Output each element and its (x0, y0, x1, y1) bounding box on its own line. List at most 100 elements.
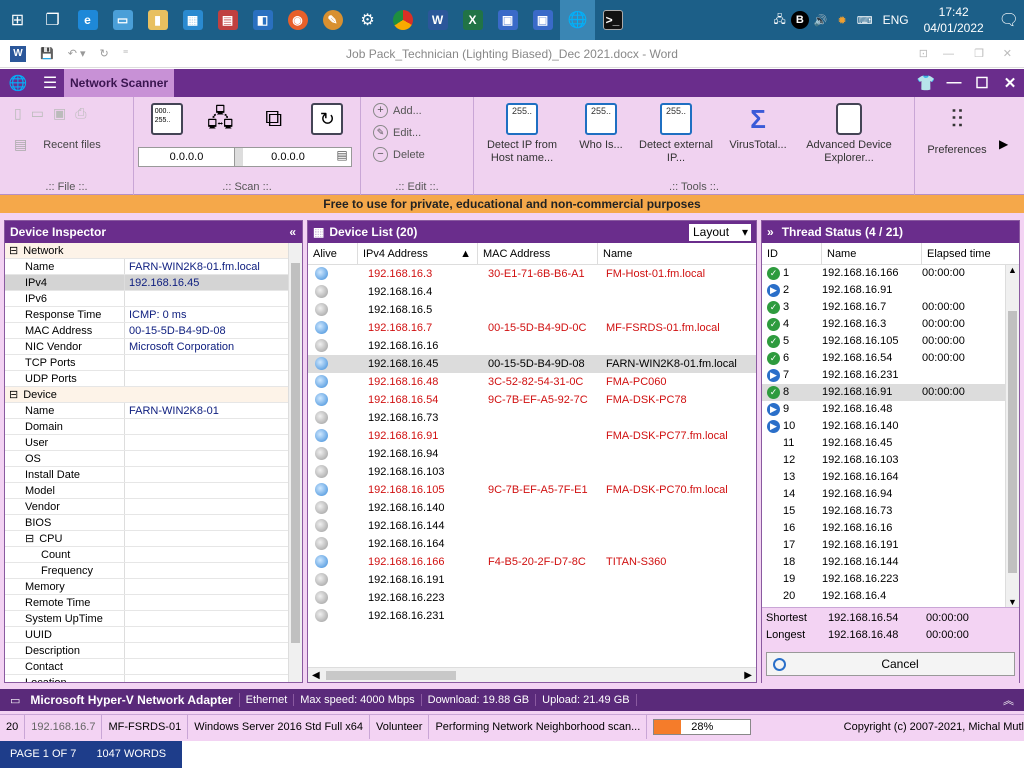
inspector-row[interactable]: IPv6 (5, 291, 288, 307)
app-tab[interactable]: Network Scanner (64, 69, 175, 97)
thread-row[interactable]: 15 192.168.16.73 (762, 503, 1005, 520)
whois-button[interactable]: 255.. Who Is... (570, 103, 632, 165)
add-button[interactable]: + Add... (373, 103, 473, 118)
thread-scroll-down-icon[interactable]: ▼ (1006, 597, 1019, 607)
taskbar-paint[interactable]: ✎ (315, 0, 350, 40)
cancel-button[interactable]: Cancel (766, 652, 1015, 676)
col-mac[interactable]: MAC Address (478, 242, 598, 265)
detect-external-ip-button[interactable]: 255.. Detect external IP... (636, 103, 716, 165)
network-scan-icon[interactable]: 🖧 (204, 103, 236, 135)
taskbar-firefox[interactable]: ◉ (280, 0, 315, 40)
preferences-button[interactable]: ⫶⫶ Preferences (915, 97, 999, 194)
inspector-row[interactable]: BIOS (5, 515, 288, 531)
thread-row[interactable]: 18 192.168.16.144 (762, 554, 1005, 571)
app-globe-icon[interactable]: 🌐 (0, 74, 36, 92)
collapse-left-icon[interactable]: « (289, 225, 296, 239)
inspector-row[interactable]: Location (5, 675, 288, 682)
collapse-toggle-icon[interactable]: ⊟ (9, 245, 18, 257)
minimize-icon[interactable]: — (940, 74, 968, 92)
start-button[interactable]: ⊞ (0, 0, 35, 40)
inspector-row[interactable]: System UpTime (5, 611, 288, 627)
word-page-count[interactable]: PAGE 1 OF 7 (0, 741, 87, 768)
taskbar-app-5[interactable]: ▤ (210, 0, 245, 40)
inspector-row[interactable]: Remote Time (5, 595, 288, 611)
thread-row[interactable]: 19 192.168.16.223 (762, 571, 1005, 588)
antivirus-icon[interactable]: ✹ (833, 14, 852, 27)
collapse-toggle-icon[interactable]: ⊟ (25, 533, 34, 545)
inspector-row[interactable]: Name FARN-WIN2K8-01.fm.local (5, 259, 288, 275)
inspector-row[interactable]: Memory (5, 579, 288, 595)
network-tray-icon[interactable]: 🖧 (769, 11, 791, 30)
word-minimize-icon[interactable]: — (943, 48, 954, 60)
inspector-row[interactable]: UDP Ports (5, 371, 288, 387)
b-badge[interactable]: B (790, 11, 809, 29)
thread-row[interactable]: ✓ 1 192.168.16.166 00:00:00 (762, 265, 1005, 282)
taskbar-app-6[interactable]: ◧ (245, 0, 280, 40)
scroll-right-icon[interactable]: ▶ (744, 670, 752, 681)
taskbar-app-15[interactable]: ▣ (525, 0, 560, 40)
device-row[interactable]: 192.168.16.48 3C-52-82-54-31-0C FMA-PC060 (308, 373, 756, 391)
thread-row[interactable]: 11 192.168.16.45 (762, 435, 1005, 452)
collapse-right-icon[interactable]: » (767, 225, 774, 239)
inspector-row[interactable]: MAC Address 00-15-5D-B4-9D-08 (5, 323, 288, 339)
thread-row[interactable]: ✓ 8 192.168.16.91 00:00:00 (762, 384, 1005, 401)
layout-dropdown[interactable]: Layout ▾ (689, 223, 751, 241)
word-restore-icon[interactable]: ❐ (974, 47, 984, 60)
inspector-row[interactable]: Install Date (5, 467, 288, 483)
thread-row[interactable]: ▶ 7 192.168.16.231 (762, 367, 1005, 384)
clock[interactable]: 17:42 04/01/2022 (914, 4, 994, 36)
collapse-toggle-icon[interactable]: ⊟ (9, 389, 18, 401)
taskbar-cmd[interactable]: >_ (595, 0, 630, 40)
device-row[interactable]: 192.168.16.105 9C-7B-EF-A5-7F-E1 FMA-DSK-P… (308, 481, 756, 499)
device-row[interactable]: 192.168.16.3 30-E1-71-6B-B6-A1 FM-Host-01.… (308, 265, 756, 283)
word-word-count[interactable]: 1047 WORDS (86, 741, 183, 768)
refresh-scan-icon[interactable]: ↻ (311, 103, 344, 135)
inspector-row[interactable]: Vendor (5, 499, 288, 515)
inspector-row[interactable]: ⊟ Network (5, 243, 288, 259)
advanced-device-explorer-button[interactable]: Advanced Device Explorer... (800, 103, 898, 165)
device-row[interactable]: 192.168.16.231 (308, 607, 756, 625)
scroll-left-icon[interactable]: ◀ (312, 670, 320, 681)
menu-icon[interactable]: ☰ (36, 73, 64, 93)
thread-row[interactable]: ✓ 3 192.168.16.7 00:00:00 (762, 299, 1005, 316)
taskbar-app-4[interactable]: ▦ (175, 0, 210, 40)
device-row[interactable]: 192.168.16.94 (308, 445, 756, 463)
inspector-row[interactable]: Model (5, 483, 288, 499)
device-row[interactable]: 192.168.16.16 (308, 337, 756, 355)
col-thread-name[interactable]: Name (822, 242, 922, 265)
hscroll-thumb[interactable] (325, 670, 456, 680)
inspector-row[interactable]: Contact (5, 659, 288, 675)
detect-ip-button[interactable]: 255.. Detect IP from Host name... (478, 103, 566, 165)
thread-row[interactable]: 12 192.168.16.103 (762, 452, 1005, 469)
col-ipv4[interactable]: IPv4 Address ▲ (358, 242, 478, 265)
thread-row[interactable]: 14 192.168.16.94 (762, 486, 1005, 503)
range-splitter[interactable] (235, 148, 243, 166)
keyboard-icon[interactable]: ⌨ (852, 14, 878, 27)
taskbar-app-14[interactable]: ▣ (490, 0, 525, 40)
device-row[interactable]: 192.168.16.223 (308, 589, 756, 607)
device-row[interactable]: 192.168.16.91 FMA-DSK-PC77.fm.local (308, 427, 756, 445)
inspector-row[interactable]: IPv4 192.168.16.45 (5, 275, 288, 291)
adapter-name[interactable]: Microsoft Hyper-V Network Adapter (24, 693, 240, 707)
taskbar-app-2[interactable]: ▭ (105, 0, 140, 40)
ip-from-input[interactable] (139, 148, 235, 166)
inspector-row[interactable]: Frequency (5, 563, 288, 579)
print-icon[interactable]: ⎙ (75, 105, 86, 122)
inspector-scrollbar[interactable] (288, 243, 302, 682)
notifications-icon[interactable]: 🗨 (994, 10, 1024, 30)
inspector-scroll-thumb[interactable] (291, 263, 300, 643)
taskbar-word[interactable]: W (420, 0, 455, 40)
task-view-button[interactable]: ❐ (35, 0, 70, 40)
scan-range-icon[interactable]: 000.. 255.. (150, 103, 183, 135)
word-close-icon[interactable]: ✕ (1003, 47, 1012, 60)
inspector-row[interactable]: OS (5, 451, 288, 467)
inspector-row[interactable]: Domain (5, 419, 288, 435)
edit-button[interactable]: ✎ Edit... (373, 125, 473, 140)
thread-row[interactable]: ▶ 9 192.168.16.48 (762, 401, 1005, 418)
taskbar-edge[interactable]: e (70, 0, 105, 40)
thread-row[interactable]: ✓ 4 192.168.16.3 00:00:00 (762, 316, 1005, 333)
device-row[interactable]: 192.168.16.54 9C-7B-EF-A5-92-7C FMA-DSK-PC… (308, 391, 756, 409)
taskbar-network-scanner[interactable]: 🌐 (560, 0, 595, 40)
col-id[interactable]: ID (762, 242, 822, 265)
device-row[interactable]: 192.168.16.164 (308, 535, 756, 553)
